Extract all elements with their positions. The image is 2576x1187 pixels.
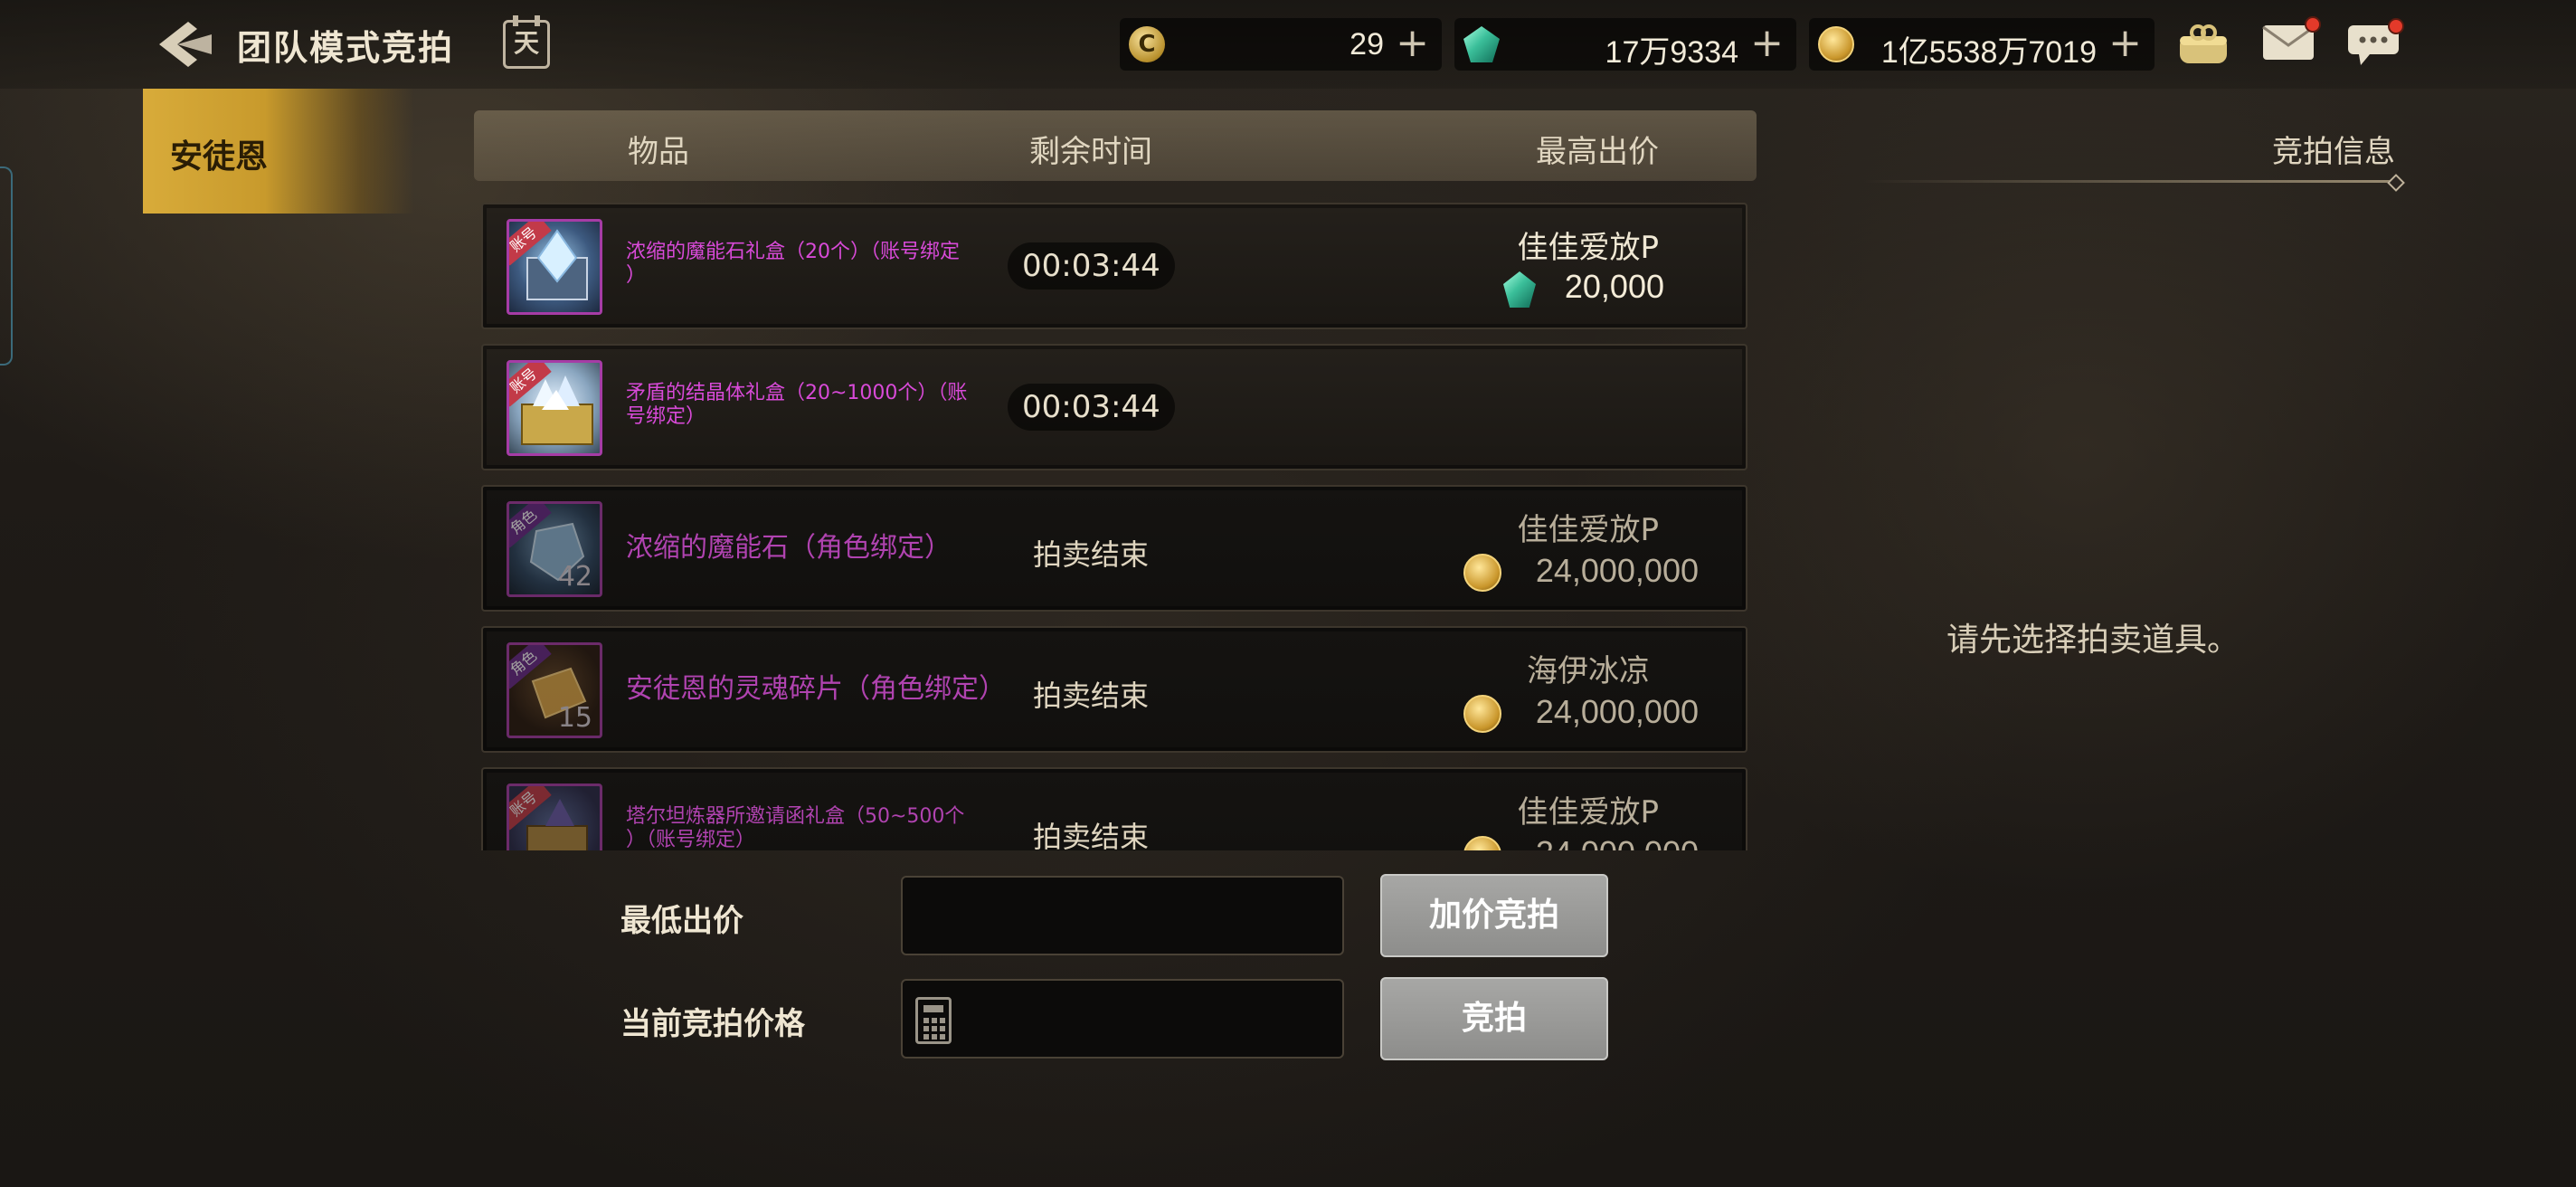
highest-bid-amount: 24,000,000 <box>1536 834 1699 850</box>
current-price-label: 当前竞拍价格 <box>620 1006 805 1042</box>
auction-list[interactable]: 账号 浓缩的魔能石礼盒（20个）（账号绑定 ） 00:03:44 佳佳爱放P 2… <box>470 197 1764 850</box>
item-name-line2: ）（账号绑定） <box>626 829 756 850</box>
auction-row[interactable]: 账号 矛盾的结晶体礼盒（20~1000个）（账 号绑定） 00:03:44 <box>481 344 1747 470</box>
highest-bidder: 佳佳爱放P <box>1517 512 1659 548</box>
tab-raid-anton[interactable]: 安徒恩 <box>143 89 414 214</box>
item-thumbnail: 角色 42 <box>507 501 602 597</box>
add-gem-button[interactable]: + <box>1750 22 1784 65</box>
gold-coin-icon <box>1463 695 1501 733</box>
item-name: 安徒恩的灵魂碎片（角色绑定） <box>626 673 1006 705</box>
mail-notification-dot <box>2305 16 2321 33</box>
auction-status: 拍卖结束 <box>1033 679 1150 713</box>
item-name: 塔尔坦炼器所邀请函礼盒（50~500个 ）（账号绑定） <box>626 805 964 850</box>
auction-row[interactable]: 账号 浓缩的魔能石礼盒（20个）（账号绑定 ） 00:03:44 佳佳爱放P 2… <box>481 203 1747 329</box>
raise-bid-button[interactable]: 加价竞拍 <box>1380 874 1608 957</box>
item-name-line1: 浓缩的魔能石礼盒（20个）（账号绑定 <box>626 241 960 263</box>
item-name-line1: 矛盾的结晶体礼盒（20~1000个）（账 <box>626 382 968 404</box>
mail-icon[interactable] <box>2261 16 2321 62</box>
item-name-line2: 号绑定） <box>626 405 706 428</box>
divider <box>1863 180 2397 183</box>
item-count: 15 <box>557 702 592 734</box>
highest-bidder: 佳佳爱放P <box>1517 794 1659 831</box>
item-thumbnail: 账号 <box>507 360 602 456</box>
time-remaining: 00:03:44 <box>1008 242 1175 290</box>
item-name: 矛盾的结晶体礼盒（20~1000个）（账 号绑定） <box>626 382 967 429</box>
item-thumbnail: 账号 <box>507 219 602 315</box>
calculator-icon[interactable] <box>915 997 952 1044</box>
divider-ornament <box>2387 174 2405 192</box>
item-name: 浓缩的魔能石（角色绑定） <box>626 532 952 564</box>
gold-value: 1亿5538万7019 <box>1880 35 2097 70</box>
c-coin-value: 29 <box>1350 27 1384 62</box>
add-gold-button[interactable]: + <box>2108 22 2142 65</box>
select-item-hint: 请先选择拍卖道具。 <box>1946 622 2240 659</box>
bid-button[interactable]: 竞拍 <box>1380 977 1608 1060</box>
currency-gem: 17万9334 + <box>1454 18 1796 71</box>
highest-bid-amount: 20,000 <box>1564 268 1664 305</box>
highest-bidder: 佳佳爱放P <box>1517 230 1659 266</box>
min-bid-label: 最低出价 <box>620 903 743 939</box>
auction-row[interactable]: 角色 42 浓缩的魔能石（角色绑定） 拍卖结束 佳佳爱放P 24,000,000 <box>481 485 1747 612</box>
auction-row[interactable]: 账号 塔尔坦炼器所邀请函礼盒（50~500个 ）（账号绑定） 拍卖结束 佳佳爱放… <box>481 767 1747 850</box>
item-name-line1: 塔尔坦炼器所邀请函礼盒（50~500个 <box>626 805 965 828</box>
auction-row[interactable]: 角色 15 安徒恩的灵魂碎片（角色绑定） 拍卖结束 海伊冰凉 24,000,00… <box>481 626 1747 753</box>
item-thumbnail: 账号 <box>507 783 602 850</box>
gold-coin-icon <box>1463 836 1501 850</box>
highest-bidder: 海伊冰凉 <box>1527 653 1650 689</box>
column-item: 物品 <box>628 134 689 170</box>
time-remaining: 00:03:44 <box>1008 384 1175 431</box>
currency-c-coin: C 29 + <box>1120 18 1442 71</box>
auction-info-title: 竞拍信息 <box>2272 134 2395 170</box>
min-bid-field <box>901 876 1344 955</box>
auction-status: 拍卖结束 <box>1033 820 1150 850</box>
item-count: 42 <box>557 561 592 593</box>
item-name: 浓缩的魔能石礼盒（20个）（账号绑定 ） <box>626 241 960 288</box>
highest-bid-amount: 24,000,000 <box>1535 693 1699 730</box>
table-header: 物品 剩余时间 最高出价 <box>474 110 1757 181</box>
auction-status: 拍卖结束 <box>1033 537 1150 572</box>
item-name-line2: ） <box>626 264 647 287</box>
item-thumbnail: 角色 15 <box>507 642 602 738</box>
gem-value: 17万9334 <box>1605 35 1738 70</box>
tab-label: 安徒恩 <box>170 138 269 176</box>
back-arrow-icon[interactable] <box>156 18 215 71</box>
calendar-label: 天 <box>513 28 539 58</box>
add-c-coin-button[interactable]: + <box>1396 22 1429 65</box>
gem-icon <box>1503 271 1536 308</box>
highest-bid-amount: 24,000,000 <box>1535 552 1699 589</box>
currency-gold: 1亿5538万7019 + <box>1809 18 2155 71</box>
c-coin-icon: C <box>1129 26 1165 62</box>
chat-notification-dot <box>2388 18 2404 34</box>
current-price-field[interactable] <box>901 979 1344 1059</box>
calendar-icon[interactable]: 天 <box>503 15 550 69</box>
purse-icon[interactable] <box>2176 22 2230 67</box>
gold-coin-icon <box>1818 26 1854 62</box>
side-drawer-handle[interactable] <box>0 166 13 366</box>
page-title: 团队模式竞拍 <box>237 28 455 68</box>
column-highest-bid: 最高出价 <box>1536 134 1659 170</box>
column-time-left: 剩余时间 <box>1029 134 1152 170</box>
chat-icon[interactable] <box>2346 18 2404 67</box>
gold-coin-icon <box>1463 554 1501 592</box>
auction-info-header: 竞拍信息 <box>1863 123 2405 192</box>
gem-icon <box>1463 26 1500 62</box>
